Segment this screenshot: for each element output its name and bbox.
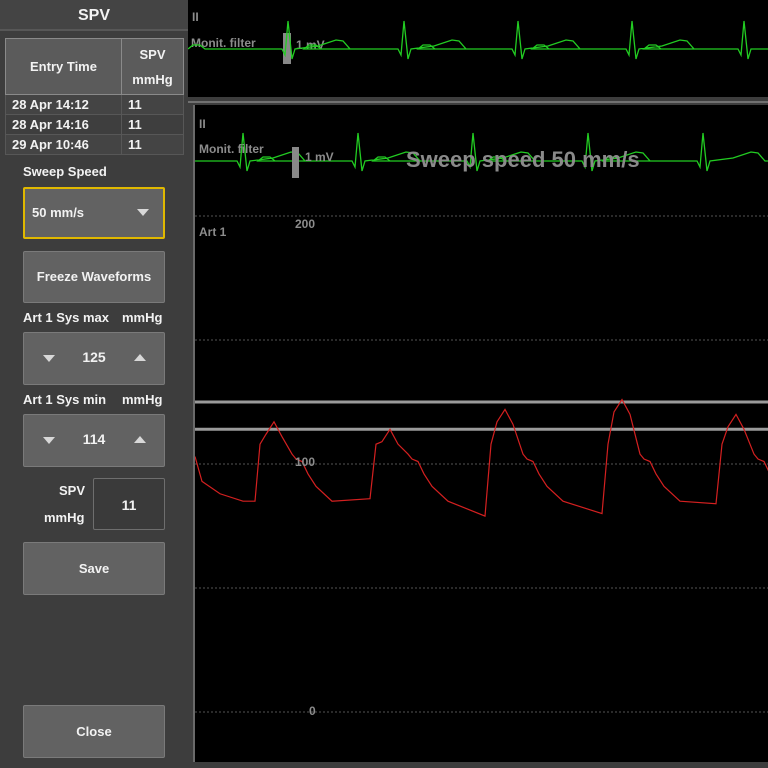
main-ecg-lead: II [199, 117, 206, 131]
sweep-speed-value: 50 mm/s [32, 205, 85, 220]
column-header-spv-label: SPV [139, 46, 166, 62]
spv-value: 11 [121, 94, 184, 115]
art-tick-200: 200 [295, 217, 316, 231]
sys-max-stepper[interactable]: 125 [23, 332, 165, 385]
main-ecg-filter: Monit. filter [199, 142, 264, 156]
spv-label: SPV [59, 483, 86, 498]
art-tick-100: 100 [295, 455, 316, 469]
waveform-panel: II Monit. filter 1 mV Sweep speed 50 mm/… [188, 103, 768, 768]
table-row[interactable]: 28 Apr 14:16 11 [5, 114, 184, 135]
sys-max-label: Art 1 Sys max [23, 310, 109, 325]
column-header-spv: SPV mmHg [121, 38, 184, 95]
chevron-down-icon [137, 209, 149, 216]
top-ecg-trace [188, 20, 768, 60]
increment-icon[interactable] [134, 436, 146, 443]
sys-max-unit: mmHg [122, 310, 163, 325]
sweep-speed-dropdown[interactable]: 50 mm/s [23, 187, 165, 239]
main-waveform-svg [195, 132, 768, 713]
art-label: Art 1 [199, 225, 227, 239]
spv-unit: mmHg [44, 510, 85, 525]
top-ecg-svg [188, 20, 768, 60]
spv-value: 11 [121, 114, 184, 135]
art-tick-0: 0 [309, 704, 316, 718]
increment-icon[interactable] [134, 354, 146, 361]
freeze-waveforms-button[interactable]: Freeze Waveforms [23, 251, 165, 303]
calibration-bar [292, 147, 299, 178]
table-row[interactable]: 29 Apr 10:46 11 [5, 134, 184, 155]
table-row[interactable]: 28 Apr 14:12 11 [5, 94, 184, 115]
sys-min-stepper[interactable]: 114 [23, 414, 165, 467]
entry-time: 29 Apr 10:46 [5, 134, 122, 155]
panel-title: SPV [0, 0, 188, 31]
spv-value: 11 [121, 134, 184, 155]
sys-min-label: Art 1 Sys min [23, 392, 107, 407]
sys-min-unit: mmHg [122, 392, 163, 407]
main-ecg-scale: 1 mV [305, 150, 334, 164]
save-button[interactable]: Save [23, 542, 165, 595]
spv-history-table: Entry Time SPV mmHg 28 Apr 14:12 11 28 A… [5, 38, 184, 155]
entry-time: 28 Apr 14:16 [5, 114, 122, 135]
waveform-area: II Monit. filter 1 mV Sweep speed 50 mm/… [193, 105, 768, 762]
sweep-speed-label: Sweep Speed [23, 164, 107, 179]
column-header-spv-unit: mmHg [132, 71, 173, 87]
spv-panel: SPV Entry Time SPV mmHg 28 Apr 14:12 11 … [0, 0, 188, 768]
sweep-speed-overlay: Sweep speed 50 mm/s [406, 147, 640, 172]
close-button[interactable]: Close [23, 705, 165, 758]
art-pressure-trace [195, 398, 768, 517]
top-ecg-strip: II Monit. filter 1 mV [188, 0, 768, 97]
spv-value-field[interactable]: 11 [93, 478, 165, 530]
entry-time: 28 Apr 14:12 [5, 94, 122, 115]
column-header-entry-time: Entry Time [5, 38, 122, 95]
